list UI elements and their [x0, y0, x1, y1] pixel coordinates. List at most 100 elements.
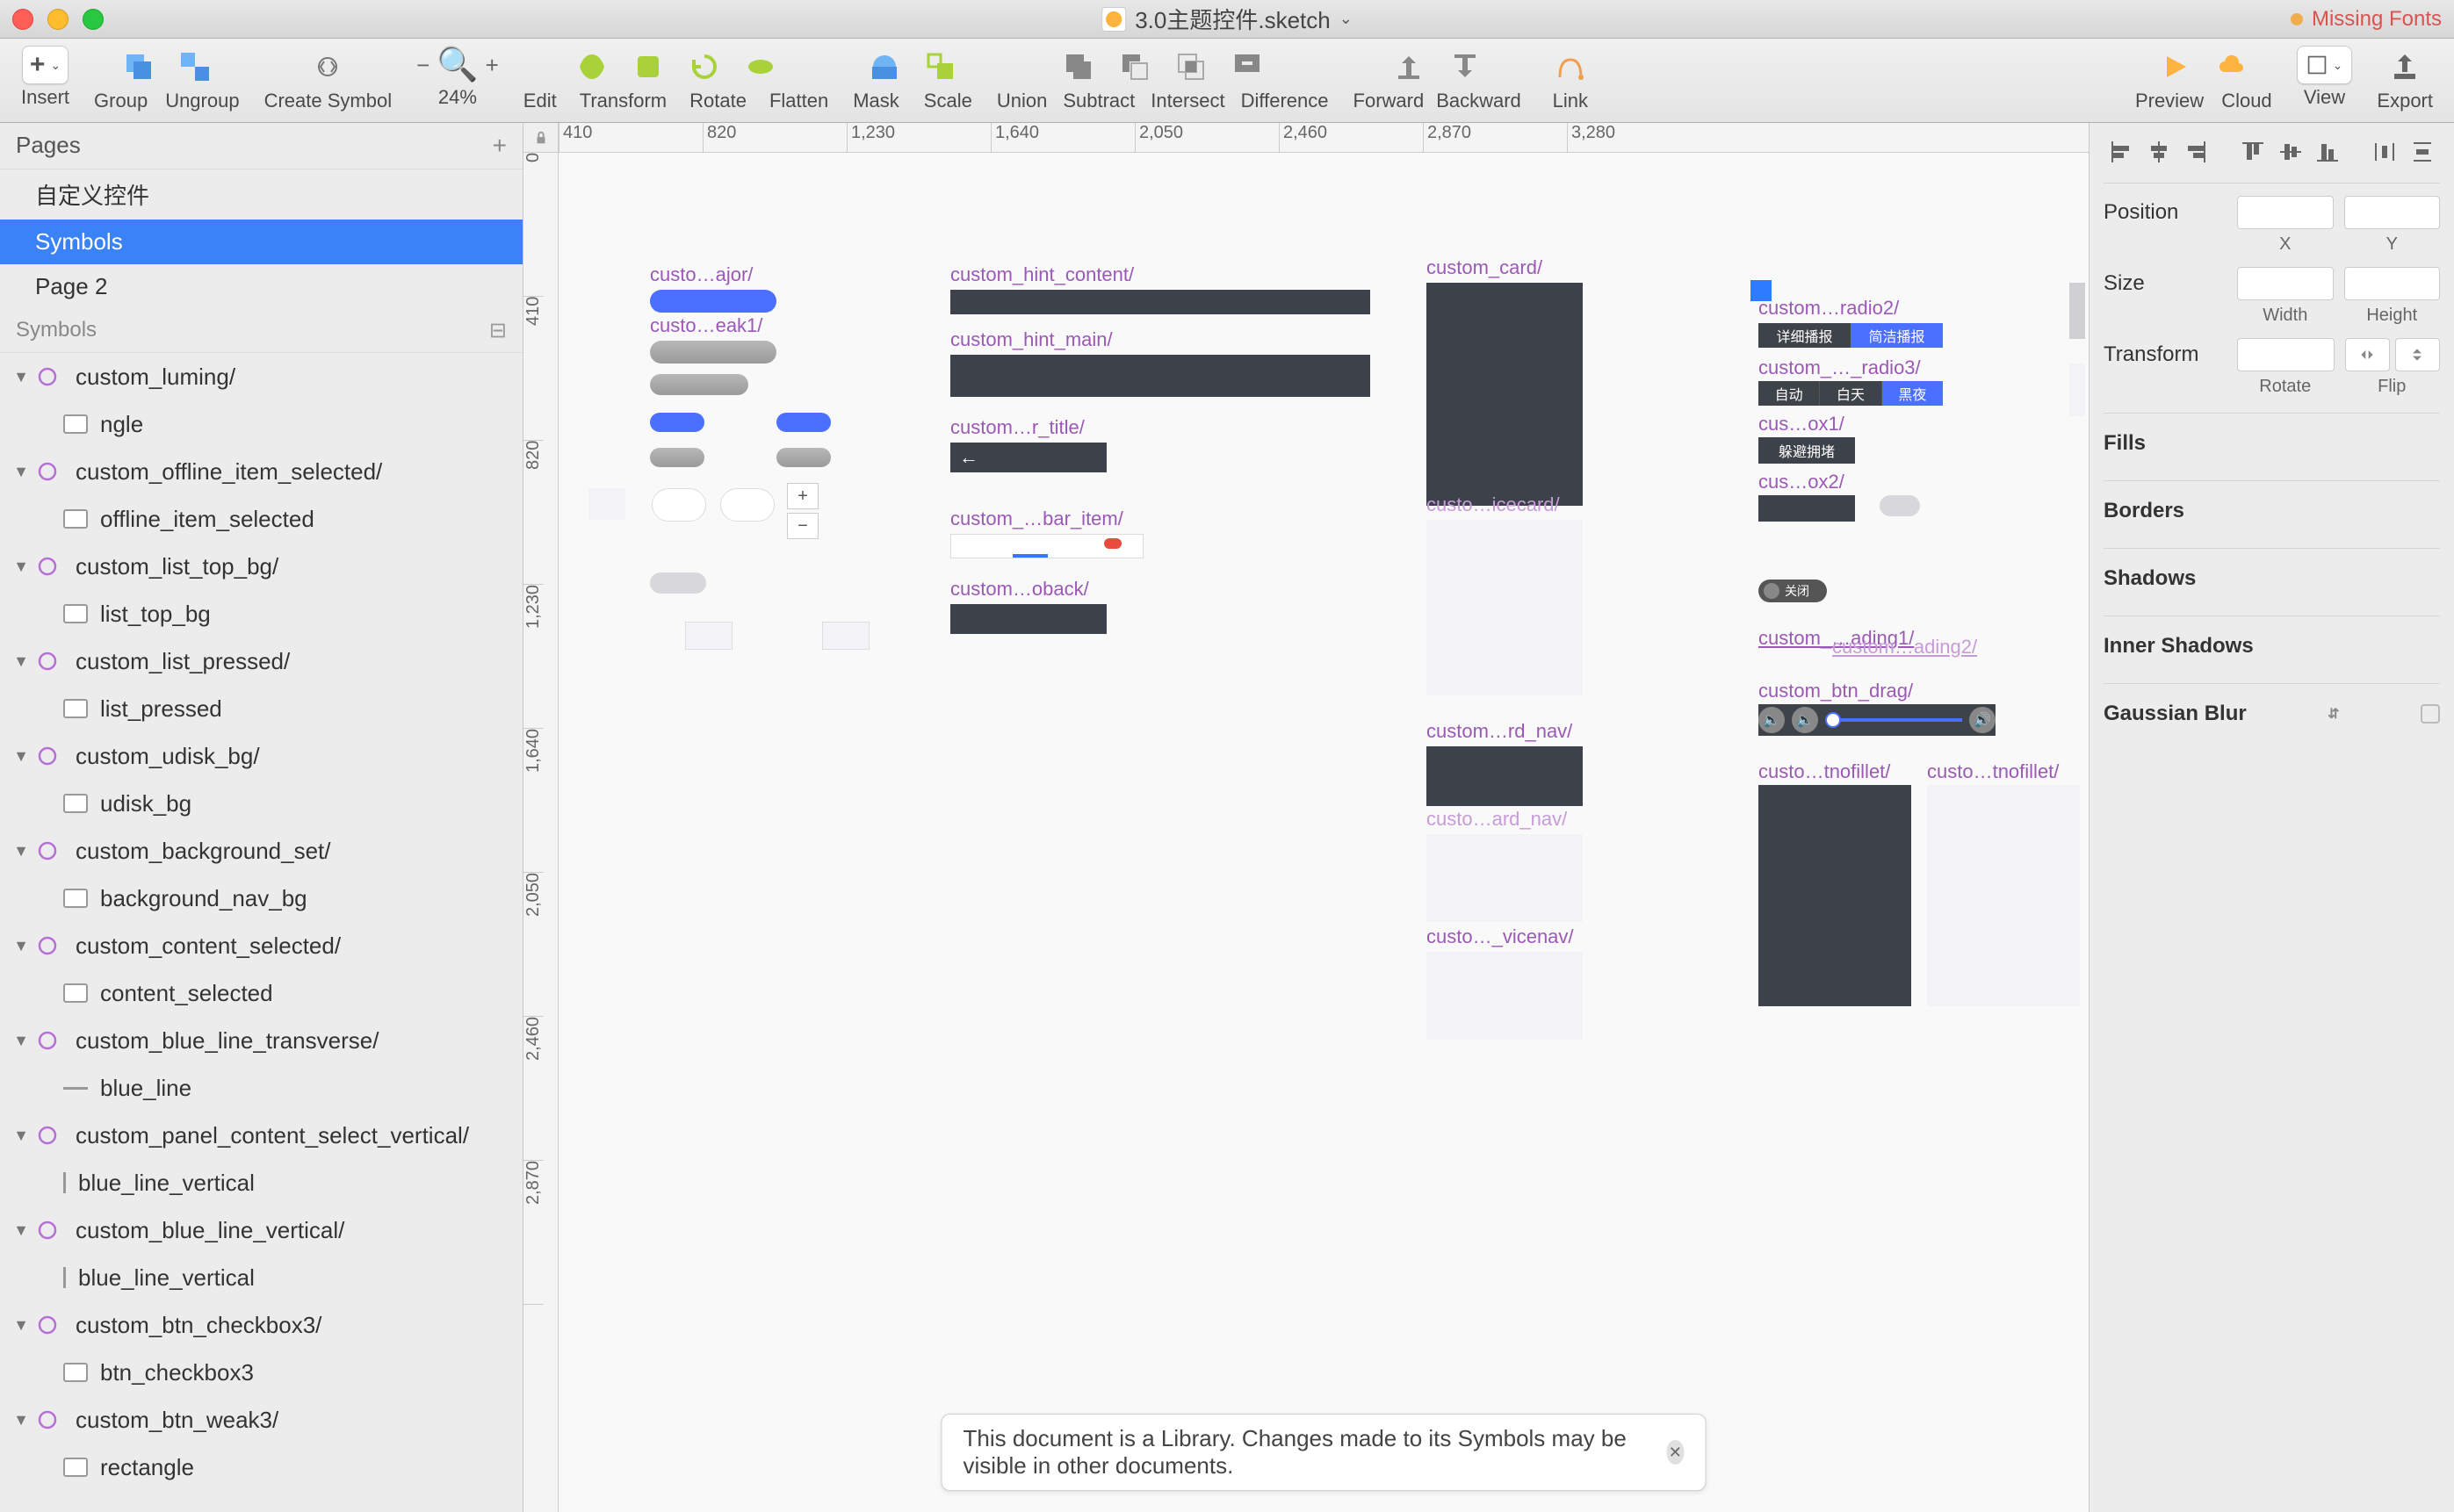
layer-child[interactable]: blue_line_vertical: [0, 1254, 523, 1301]
forward-button[interactable]: [1384, 46, 1433, 88]
disclosure-triangle-icon[interactable]: ▼: [11, 1221, 32, 1240]
intersect-button[interactable]: [1166, 46, 1216, 88]
zoom-window-button[interactable]: [83, 9, 104, 30]
artboard-radio3[interactable]: 自动 白天 黑夜: [1758, 381, 1943, 406]
artboard[interactable]: [950, 534, 1144, 558]
artboard-label[interactable]: custom_card/: [1426, 256, 1542, 279]
flatten-button[interactable]: [736, 46, 785, 88]
artboard[interactable]: ←: [950, 443, 1107, 472]
artboard[interactable]: [1426, 746, 1583, 806]
disclosure-triangle-icon[interactable]: ▼: [11, 1411, 32, 1429]
ungroup-button[interactable]: [170, 46, 220, 88]
backward-button[interactable]: [1440, 46, 1490, 88]
collapse-icon[interactable]: ⊟: [489, 318, 507, 343]
artboard[interactable]: [650, 290, 776, 313]
layer-child[interactable]: btn_checkbox3: [0, 1349, 523, 1396]
page-item-selected[interactable]: Symbols: [0, 220, 523, 264]
layer-child[interactable]: rectangle: [0, 1444, 523, 1491]
ruler-lock-icon[interactable]: [523, 123, 559, 153]
artboard-label[interactable]: cus…ox1/: [1758, 413, 1844, 436]
disclosure-triangle-icon[interactable]: ▼: [11, 463, 32, 481]
artboard-label[interactable]: custom_hint_main/: [950, 328, 1113, 351]
artboard[interactable]: [1426, 952, 1583, 1040]
layer-child[interactable]: offline_item_selected: [0, 495, 523, 543]
layer-child[interactable]: background_nav_bg: [0, 875, 523, 922]
artboard[interactable]: [950, 355, 1370, 397]
height-input[interactable]: [2344, 267, 2441, 300]
artboard[interactable]: [685, 622, 733, 650]
artboard[interactable]: [822, 622, 870, 650]
zoom-out-icon[interactable]: −: [416, 52, 429, 79]
disclosure-triangle-icon[interactable]: ▼: [11, 1032, 32, 1050]
edit-button[interactable]: [567, 46, 617, 88]
shadows-section[interactable]: Shadows: [2104, 548, 2440, 600]
artboard[interactable]: [1426, 834, 1583, 922]
insert-button[interactable]: + ⌄: [22, 46, 69, 84]
canvas[interactable]: custo…ajor/ custo…eak1/ + − custom_hint_…: [559, 153, 2089, 1512]
artboard-label[interactable]: custo…ard_nav/: [1426, 808, 1567, 831]
fills-section[interactable]: Fills: [2104, 413, 2440, 464]
layer-symbol[interactable]: ▼custom_content_selected/: [0, 922, 523, 969]
mask-button[interactable]: [860, 46, 909, 88]
layer-symbol[interactable]: ▼custom_background_set/: [0, 827, 523, 875]
artboard[interactable]: [2069, 364, 2085, 416]
artboard[interactable]: [650, 572, 706, 594]
layer-child[interactable]: ngle: [0, 400, 523, 448]
y-input[interactable]: [2344, 196, 2441, 229]
artboard-label[interactable]: custom_…bar_item/: [950, 508, 1123, 530]
preview-button[interactable]: [2151, 46, 2200, 88]
align-hcenter-button[interactable]: [2141, 137, 2176, 167]
transform-button[interactable]: [624, 46, 673, 88]
disclosure-triangle-icon[interactable]: ▼: [11, 1316, 32, 1335]
artboard-label[interactable]: custo…_vicenav/: [1426, 925, 1574, 948]
artboard[interactable]: [720, 488, 775, 522]
artboard-label[interactable]: custom…r_title/: [950, 416, 1085, 439]
align-top-button[interactable]: [2235, 137, 2270, 167]
layer-symbol[interactable]: ▼custom_btn_checkbox3/: [0, 1301, 523, 1349]
artboard[interactable]: [1758, 495, 1855, 522]
artboard[interactable]: [1426, 520, 1583, 695]
artboard[interactable]: [652, 488, 706, 522]
scale-button[interactable]: [916, 46, 965, 88]
artboard[interactable]: [650, 413, 704, 432]
union-button[interactable]: [1054, 46, 1103, 88]
view-button[interactable]: ⌄: [2297, 46, 2353, 84]
layer-symbol[interactable]: ▼custom_list_top_bg/: [0, 543, 523, 590]
artboard-radio2[interactable]: 详细播报 简洁播报: [1758, 323, 1943, 348]
layer-symbol[interactable]: ▼custom_list_pressed/: [0, 637, 523, 685]
artboard-label[interactable]: custo…icecard/: [1426, 493, 1560, 516]
flip-h-button[interactable]: [2345, 338, 2390, 371]
layer-child[interactable]: content_selected: [0, 969, 523, 1017]
align-right-button[interactable]: [2178, 137, 2213, 167]
artboard-label[interactable]: custo…ajor/: [650, 263, 753, 286]
disclosure-triangle-icon[interactable]: ▼: [11, 842, 32, 860]
disclosure-triangle-icon[interactable]: ▼: [11, 652, 32, 671]
artboard-label[interactable]: custom…oback/: [950, 578, 1089, 601]
disclosure-triangle-icon[interactable]: ▼: [11, 1127, 32, 1145]
width-input[interactable]: [2237, 267, 2334, 300]
artboard-drag[interactable]: 🔈 🔈 🔊: [1758, 704, 1996, 736]
window-title[interactable]: 3.0主题控件.sketch ⌄: [1101, 3, 1353, 35]
page-item[interactable]: Page 2: [0, 264, 523, 309]
align-left-button[interactable]: [2104, 137, 2139, 167]
layer-child[interactable]: list_top_bg: [0, 590, 523, 637]
rotate-button[interactable]: [680, 46, 729, 88]
artboard[interactable]: [776, 413, 831, 432]
minimize-window-button[interactable]: [47, 9, 69, 30]
distribute-h-button[interactable]: [2367, 137, 2402, 167]
artboard[interactable]: [588, 488, 625, 520]
zoom-in-icon[interactable]: +: [486, 52, 499, 79]
flip-v-button[interactable]: [2395, 338, 2440, 371]
artboard-label[interactable]: custo…tnofillet/: [1927, 760, 2059, 783]
export-button[interactable]: [2380, 46, 2429, 88]
artboard-label[interactable]: cus…ox2/: [1758, 471, 1844, 493]
layer-symbol[interactable]: ▼custom_luming/: [0, 353, 523, 400]
artboard[interactable]: [2069, 283, 2085, 339]
rotate-input[interactable]: [2237, 338, 2335, 371]
artboard[interactable]: [650, 374, 748, 395]
layer-symbol[interactable]: ▼custom_blue_line_vertical/: [0, 1206, 523, 1254]
artboard[interactable]: [1758, 785, 1911, 1006]
disclosure-triangle-icon[interactable]: ▼: [11, 937, 32, 955]
artboard[interactable]: [650, 341, 776, 364]
horizontal-ruler[interactable]: 4108201,2301,6402,0502,4602,8703,280: [559, 123, 2089, 153]
